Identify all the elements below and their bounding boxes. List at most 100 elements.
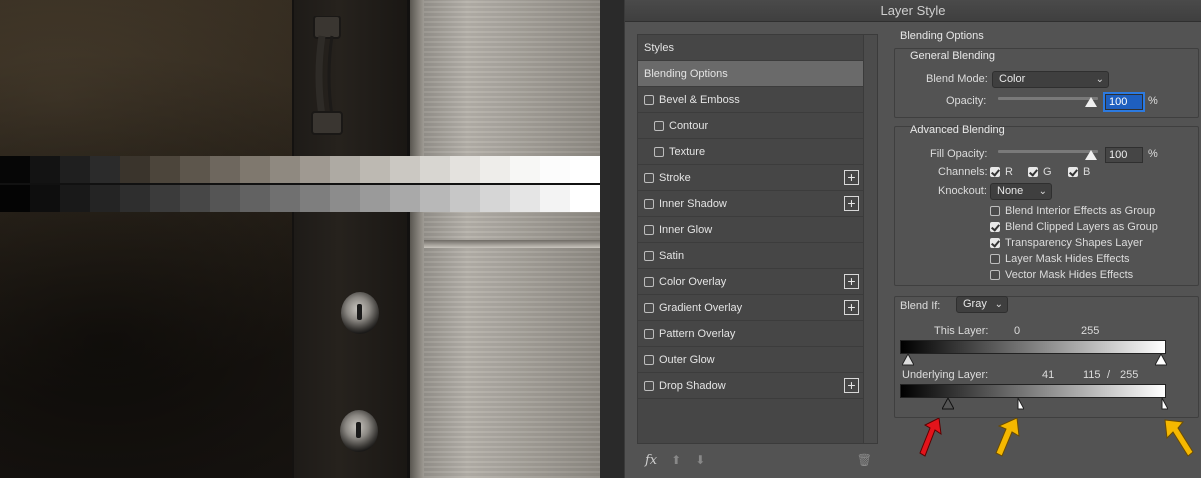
style-item-outer-glow[interactable]: Outer Glow (638, 347, 863, 373)
checkbox-icon[interactable] (644, 172, 654, 183)
add-effect-icon[interactable]: + (844, 196, 859, 211)
add-effect-icon[interactable]: + (844, 170, 859, 185)
blending-options-pane: Blending Options General Blending Blend … (882, 30, 1201, 474)
checkbox-icon[interactable] (644, 250, 654, 261)
underlying-split-slider[interactable] (1012, 398, 1024, 410)
gray-bottom-step (240, 185, 270, 212)
fill-opacity-input[interactable]: 100 (1105, 147, 1143, 163)
option-blend-clipped-layers-as-group[interactable]: Blend Clipped Layers as Group (990, 221, 1158, 233)
door-handle (311, 16, 343, 135)
underlying-white-slider[interactable] (1156, 398, 1168, 410)
arrow-up-icon[interactable]: ⬆ (671, 453, 681, 467)
gray-bottom-step (60, 185, 90, 212)
knockout-value: None (997, 185, 1024, 197)
gray-bottom-step (480, 185, 510, 212)
gray-top-step (180, 156, 210, 183)
checkbox-icon[interactable] (644, 198, 654, 209)
channel-b-checkbox[interactable]: B (1068, 166, 1090, 178)
underlying-black-slider[interactable] (942, 398, 954, 410)
underlying-layer-gradient-bar (900, 384, 1166, 398)
styles-list-scrollbar[interactable] (864, 34, 878, 444)
checkbox-icon[interactable] (644, 380, 654, 391)
blending-options-title: Blending Options (900, 30, 984, 42)
checkbox-icon (990, 167, 1000, 177)
style-item-pattern-overlay[interactable]: Pattern Overlay (638, 321, 863, 347)
checkbox-icon[interactable] (654, 146, 664, 157)
styles-list-footer: fx ⬆ ⬇ 🗑 (637, 446, 878, 474)
checkbox-icon[interactable] (644, 224, 654, 235)
gray-bottom-step (270, 185, 300, 212)
checkbox-icon[interactable] (644, 354, 654, 365)
chevron-down-icon: ⌄ (994, 299, 1003, 310)
opacity-slider-thumb[interactable] (1085, 97, 1097, 107)
styles-list: Styles Blending Options Bevel & Emboss Con… (637, 34, 864, 444)
style-item-color-overlay[interactable]: Color Overlay + (638, 269, 863, 295)
style-item-contour[interactable]: Contour (638, 113, 863, 139)
option-vector-mask-hides-effects[interactable]: Vector Mask Hides Effects (990, 269, 1133, 281)
style-item-inner-shadow[interactable]: Inner Shadow + (638, 191, 863, 217)
style-item-label: Inner Shadow (659, 197, 727, 210)
this-layer-white-slider[interactable] (1155, 354, 1167, 366)
gray-top-step (60, 156, 90, 183)
style-item-gradient-overlay[interactable]: Gradient Overlay + (638, 295, 863, 321)
fx-button[interactable]: fx (645, 453, 657, 468)
checkbox-icon[interactable] (644, 94, 654, 105)
checkbox-icon (990, 270, 1000, 280)
opacity-input[interactable]: 100 (1103, 92, 1145, 112)
add-effect-icon[interactable]: + (844, 300, 859, 315)
gray-top-step (510, 156, 540, 183)
gray-top-step (270, 156, 300, 183)
option-blend-interior-effects-as-group[interactable]: Blend Interior Effects as Group (990, 205, 1155, 217)
gray-top-step (210, 156, 240, 183)
this-layer-black-slider[interactable] (902, 354, 914, 366)
style-item-stroke[interactable]: Stroke + (638, 165, 863, 191)
option-label: Layer Mask Hides Effects (1005, 253, 1130, 265)
style-item-blending-options[interactable]: Blending Options (638, 61, 863, 87)
channel-b-label: B (1083, 166, 1091, 178)
knockout-select[interactable]: None ⌄ (990, 183, 1052, 200)
arrow-down-icon[interactable]: ⬇ (695, 453, 705, 467)
channels-label: Channels: (938, 166, 988, 178)
checkbox-icon[interactable] (654, 120, 664, 131)
trash-icon[interactable]: 🗑 (857, 453, 872, 467)
underlying-slash: / (1107, 369, 1111, 381)
fill-opacity-slider-track[interactable] (998, 150, 1098, 153)
gray-bottom-step (510, 185, 540, 212)
yellow-annotation-arrow-middle (995, 418, 1020, 457)
gray-bottom-step (120, 185, 150, 212)
checkbox-icon[interactable] (644, 328, 654, 339)
style-item-texture[interactable]: Texture (638, 139, 863, 165)
option-label: Blend Interior Effects as Group (1005, 205, 1156, 217)
gray-top-step (150, 156, 180, 183)
add-effect-icon[interactable]: + (844, 378, 859, 393)
checkbox-icon[interactable] (644, 302, 654, 313)
style-item-satin[interactable]: Satin (638, 243, 863, 269)
opacity-slider-track[interactable] (998, 97, 1098, 100)
gray-bottom-step (0, 185, 30, 212)
blend-mode-label: Blend Mode: (926, 73, 988, 85)
lock-cylinder-upper (341, 292, 379, 334)
add-effect-icon[interactable]: + (844, 274, 859, 289)
styles-header[interactable]: Styles (638, 35, 863, 61)
checkbox-icon[interactable] (644, 276, 654, 287)
style-item-bevel-emboss[interactable]: Bevel & Emboss (638, 87, 863, 113)
wall-seam (424, 240, 600, 248)
channel-g-checkbox[interactable]: G (1028, 166, 1052, 178)
option-layer-mask-hides-effects[interactable]: Layer Mask Hides Effects (990, 253, 1130, 265)
background-photo (0, 0, 600, 478)
style-item-label: Texture (669, 145, 706, 158)
style-item-inner-glow[interactable]: Inner Glow (638, 217, 863, 243)
option-transparency-shapes-layer[interactable]: Transparency Shapes Layer (990, 237, 1143, 249)
option-label: Vector Mask Hides Effects (1005, 269, 1134, 281)
channel-r-checkbox[interactable]: R (990, 166, 1013, 178)
checkbox-icon (990, 206, 1000, 216)
this-layer-gradient-bar (900, 340, 1166, 354)
gray-top-step (420, 156, 450, 183)
styles-header-label: Styles (644, 41, 674, 54)
style-item-drop-shadow[interactable]: Drop Shadow + (638, 373, 863, 399)
blend-if-channel-select[interactable]: Gray ⌄ (956, 296, 1008, 313)
blend-mode-select[interactable]: Color ⌄ (992, 71, 1109, 88)
fill-opacity-label: Fill Opacity: (930, 148, 988, 160)
gray-step-row-bottom (0, 185, 600, 212)
fill-opacity-slider-thumb[interactable] (1085, 150, 1097, 160)
